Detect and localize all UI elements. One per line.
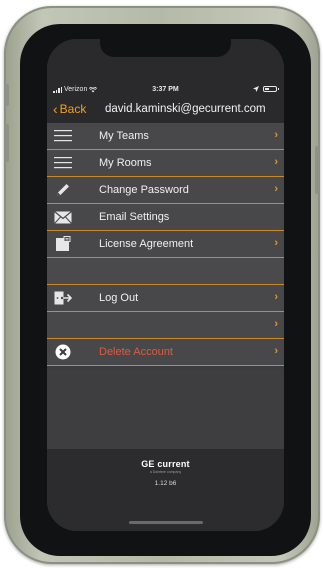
status-right [253, 86, 279, 92]
chevron-right-icon: › [274, 129, 278, 141]
battery-icon [263, 86, 279, 92]
back-button[interactable]: ‹ Back [53, 102, 86, 116]
home-indicator [129, 521, 203, 524]
phone-screen: Verizon 3:37 PM ‹ Back david.kaminski@ge… [47, 39, 284, 531]
chevron-right-icon: › [274, 345, 278, 357]
menu-item-change-password[interactable]: Change Password › [47, 177, 284, 204]
envelope-icon [54, 209, 72, 225]
menu-item-label: My Rooms [99, 157, 152, 169]
power-button [315, 146, 319, 194]
menu-item-my-rooms[interactable]: My Rooms › [47, 150, 284, 177]
menu-item-my-teams[interactable]: My Teams › [47, 123, 284, 150]
empty-area [47, 369, 284, 449]
chevron-right-icon: › [274, 156, 278, 168]
hamburger-icon [54, 155, 72, 171]
notch [100, 39, 231, 57]
menu-item-label: Change Password [99, 184, 189, 196]
brand-subtitle: a Daintree company [149, 470, 182, 474]
hamburger-icon [54, 128, 72, 144]
settings-menu: My Teams › My Rooms › Change Password › … [47, 123, 284, 366]
brand-logo: GE current [141, 459, 190, 469]
menu-item-license-agreement[interactable]: License Agreement › [47, 231, 284, 258]
document-icon [54, 236, 72, 252]
location-arrow-icon [253, 86, 259, 92]
logout-icon [54, 290, 72, 306]
menu-item-label: Log Out [99, 292, 139, 304]
app-version: 1.12 b6 [154, 480, 177, 487]
status-time: 3:37 PM [152, 86, 179, 93]
chevron-right-icon: › [274, 318, 278, 330]
chevron-right-icon: › [274, 291, 278, 303]
account-email-title: david.kaminski@gecurrent.com [105, 103, 266, 115]
chevron-right-icon: › [274, 183, 278, 195]
navbar: ‹ Back david.kaminski@gecurrent.com [47, 101, 284, 121]
footer: GE current a Daintree company 1.12 b6 [47, 449, 284, 531]
menu-item-label: Delete Account [99, 346, 173, 358]
menu-item-email-settings[interactable]: Email Settings [47, 204, 284, 231]
status-bar: Verizon 3:37 PM [47, 86, 284, 98]
menu-item-label: My Teams [99, 130, 149, 142]
menu-item-label: Email Settings [99, 211, 170, 223]
silent-switch [5, 84, 9, 106]
back-label: Back [59, 102, 87, 116]
menu-item-label: License Agreement [99, 238, 194, 250]
menu-spacer [47, 258, 284, 285]
pencil-icon [54, 182, 72, 198]
x-circle-icon [54, 344, 72, 360]
menu-item-delete-account[interactable]: Delete Account › [47, 339, 284, 366]
menu-item-blank[interactable]: › [47, 312, 284, 339]
menu-item-log-out[interactable]: Log Out › [47, 285, 284, 312]
chevron-right-icon: › [274, 237, 278, 249]
volume-button [5, 124, 9, 162]
chevron-left-icon: ‹ [53, 101, 58, 117]
